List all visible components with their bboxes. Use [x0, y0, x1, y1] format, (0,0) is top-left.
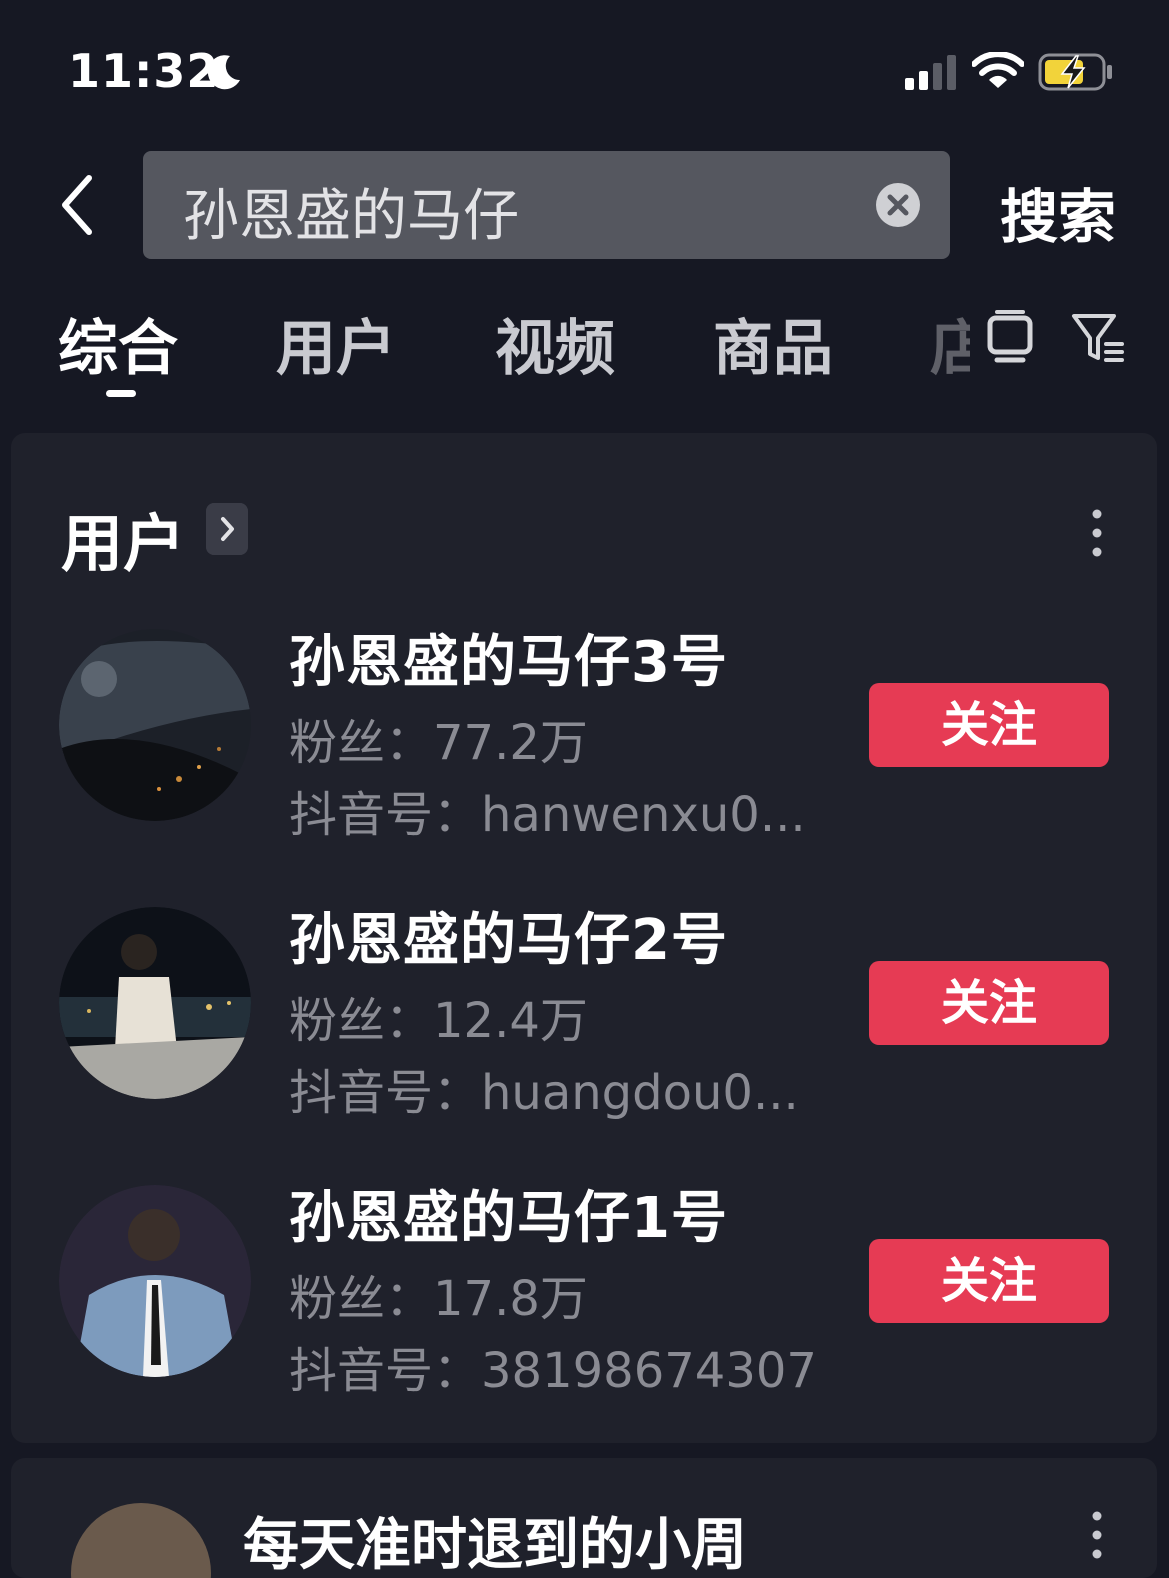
fan-count: 粉丝：17.8万	[289, 1271, 588, 1327]
more-icon[interactable]	[1087, 508, 1107, 558]
avatar[interactable]	[59, 629, 251, 821]
signal-icon	[905, 55, 956, 90]
user-results-card: 用户 孙恩盛的马仔3号 粉丝：77.2万 抖音号：hanwenxu0... 关注…	[11, 433, 1157, 1443]
follow-button[interactable]: 关注	[869, 683, 1109, 767]
video-result-card[interactable]: 每天准时退到的小周	[11, 1458, 1157, 1578]
avatar[interactable]	[59, 907, 251, 1099]
search-query[interactable]: 孙恩盛的马仔	[183, 171, 519, 252]
search-button[interactable]: 搜索	[1000, 170, 1116, 254]
tab-active-indicator	[106, 390, 136, 397]
user-name[interactable]: 孙恩盛的马仔2号	[289, 895, 728, 976]
douyin-id: 抖音号：hanwenxu0...	[289, 787, 806, 843]
list-item[interactable]: 孙恩盛的马仔1号 粉丝：17.8万 抖音号：38198674307 关注	[11, 1185, 1157, 1425]
clear-icon[interactable]	[876, 183, 920, 227]
tab-users[interactable]: 用户	[276, 300, 396, 387]
status-bar: 11:32	[0, 0, 1169, 140]
follow-button[interactable]: 关注	[869, 1239, 1109, 1323]
avatar[interactable]	[59, 1185, 251, 1377]
tab-stores[interactable]: 店	[930, 300, 970, 387]
moon-icon	[207, 55, 240, 90]
status-time: 11:32	[68, 44, 220, 98]
search-bar: 孙恩盛的马仔 搜索	[0, 150, 1169, 260]
search-input[interactable]: 孙恩盛的马仔	[143, 151, 950, 259]
douyin-id: 抖音号：huangdou0...	[289, 1065, 799, 1121]
tab-products[interactable]: 商品	[713, 300, 833, 387]
avatar[interactable]	[71, 1503, 211, 1578]
douyin-id: 抖音号：38198674307	[289, 1343, 817, 1399]
fan-count: 粉丝：12.4万	[289, 993, 588, 1049]
list-item[interactable]: 孙恩盛的马仔2号 粉丝：12.4万 抖音号：huangdou0... 关注	[11, 907, 1157, 1147]
section-title[interactable]: 用户	[61, 493, 185, 583]
tv-icon[interactable]	[985, 310, 1035, 366]
user-name[interactable]: 孙恩盛的马仔3号	[289, 617, 728, 698]
wifi-icon	[972, 52, 1024, 88]
fan-count: 粉丝：77.2万	[289, 715, 588, 771]
more-icon[interactable]	[1087, 1510, 1107, 1560]
search-tabs: 综合 用户 视频 商品 店	[0, 290, 1169, 410]
result-title[interactable]: 每天准时退到的小周	[243, 1500, 747, 1578]
back-arrow-icon[interactable]	[55, 170, 105, 240]
list-item[interactable]: 孙恩盛的马仔3号 粉丝：77.2万 抖音号：hanwenxu0... 关注	[11, 629, 1157, 869]
follow-button[interactable]: 关注	[869, 961, 1109, 1045]
tab-all[interactable]: 综合	[58, 300, 178, 387]
chevron-right-icon[interactable]	[206, 503, 248, 555]
user-name[interactable]: 孙恩盛的马仔1号	[289, 1173, 728, 1254]
battery-charging-icon	[1038, 53, 1112, 91]
filter-icon[interactable]	[1070, 310, 1126, 366]
tab-videos[interactable]: 视频	[495, 300, 615, 387]
